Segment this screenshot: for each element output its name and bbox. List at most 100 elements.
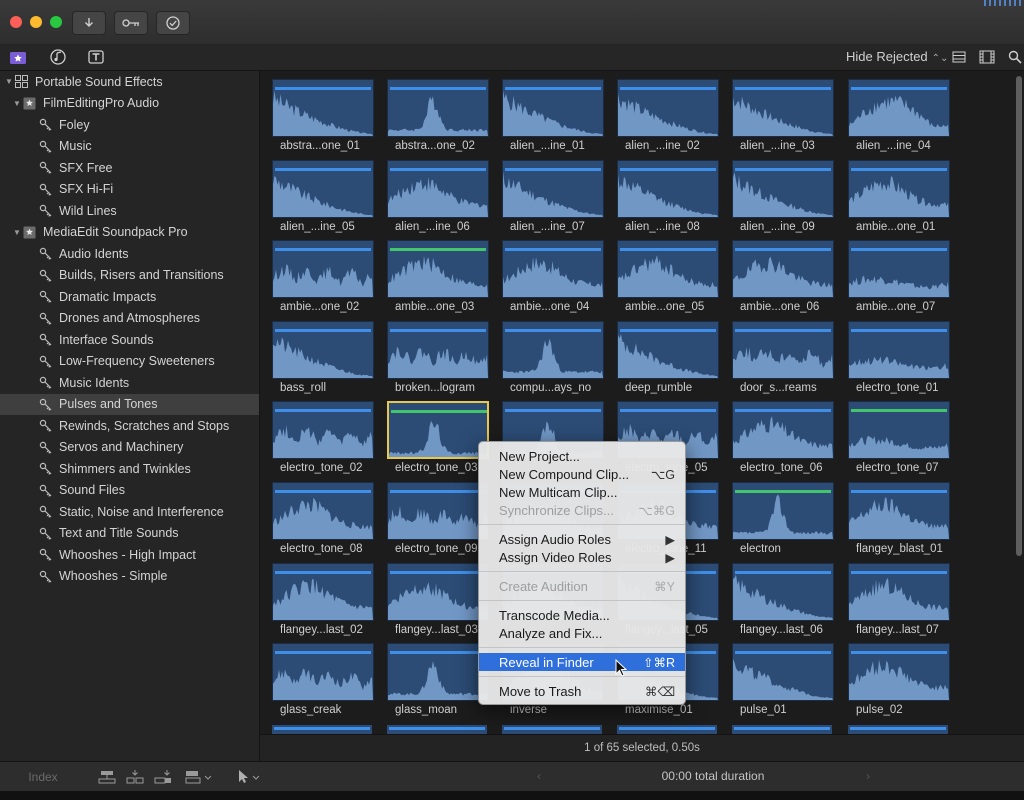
clip-item[interactable]: pulse_02: [848, 643, 950, 721]
sidebar-item-keyword-collection[interactable]: Sound Files: [0, 480, 259, 501]
menu-item-new-compound-clip[interactable]: New Compound Clip... ⌥G: [479, 465, 685, 483]
sidebar-item-event[interactable]: ▼ MediaEdit Soundpack Pro: [0, 222, 259, 243]
audio-waveform-thumbnail[interactable]: [732, 321, 834, 379]
menu-item-move-to-trash[interactable]: Move to Trash ⌘⌫: [479, 682, 685, 700]
search-button[interactable]: [1007, 49, 1023, 65]
zoom-window-button[interactable]: [50, 16, 62, 28]
audio-waveform-thumbnail[interactable]: [732, 160, 834, 218]
next-arrow-icon[interactable]: ›: [866, 769, 870, 783]
partial-clip-thumbnail[interactable]: [848, 725, 948, 734]
clip-item[interactable]: alien_...ine_08: [617, 160, 719, 238]
clip-item[interactable]: abstra...one_01: [272, 79, 374, 157]
sidebar-item-keyword-collection[interactable]: Audio Idents: [0, 243, 259, 264]
menu-item-assign-audio-roles[interactable]: Assign Audio Roles ▶: [479, 530, 685, 548]
audio-waveform-thumbnail[interactable]: [502, 240, 604, 298]
audio-waveform-thumbnail[interactable]: [617, 160, 719, 218]
clip-item[interactable]: pulse_01: [732, 643, 834, 721]
clip-item[interactable]: ambie...one_05: [617, 240, 719, 318]
clip-item[interactable]: alien_...ine_05: [272, 160, 374, 238]
sidebar-item-keyword-collection[interactable]: Music Idents: [0, 372, 259, 393]
audio-waveform-thumbnail[interactable]: [617, 321, 719, 379]
audio-waveform-thumbnail[interactable]: [272, 240, 374, 298]
sidebar-item-keyword-collection[interactable]: Whooshes - High Impact: [0, 544, 259, 565]
clip-item[interactable]: flangey_blast_01: [848, 482, 950, 560]
sidebar-item-keyword-collection[interactable]: SFX Hi-Fi: [0, 179, 259, 200]
clip-item[interactable]: ambie...one_06: [732, 240, 834, 318]
clip-item[interactable]: flangey...last_06: [732, 563, 834, 641]
clip-item[interactable]: glass_moan: [387, 643, 489, 721]
disclosure-triangle-icon[interactable]: ▼: [12, 99, 22, 108]
clip-item[interactable]: bass_roll: [272, 321, 374, 399]
menu-item-transcode-media[interactable]: Transcode Media...: [479, 606, 685, 624]
disclosure-triangle-icon[interactable]: ▼: [4, 77, 14, 86]
audio-waveform-thumbnail[interactable]: [732, 563, 834, 621]
clip-item[interactable]: flangey...last_03: [387, 563, 489, 641]
overwrite-clip-button[interactable]: [184, 768, 214, 786]
clip-filter-popup[interactable]: Hide Rejected ⌃⌄: [846, 49, 948, 64]
audio-waveform-thumbnail[interactable]: [848, 643, 950, 701]
sidebar-item-event[interactable]: ▼ FilmEditingPro Audio: [0, 93, 259, 114]
sidebar-item-keyword-collection[interactable]: Music: [0, 136, 259, 157]
audio-waveform-thumbnail[interactable]: [732, 401, 834, 459]
disclosure-triangle-icon[interactable]: ▼: [12, 228, 22, 237]
audio-waveform-thumbnail[interactable]: [732, 482, 834, 540]
menu-item-new-project[interactable]: New Project...: [479, 447, 685, 465]
browser-scrollbar[interactable]: [1016, 76, 1022, 556]
sidebar-item-keyword-collection[interactable]: Dramatic Impacts: [0, 286, 259, 307]
audio-waveform-thumbnail[interactable]: [502, 160, 604, 218]
audio-waveform-thumbnail[interactable]: [848, 240, 950, 298]
sidebar-item-keyword-collection[interactable]: Foley: [0, 114, 259, 135]
sidebar-item-keyword-collection[interactable]: SFX Free: [0, 157, 259, 178]
menu-item-analyze-and-fix[interactable]: Analyze and Fix...: [479, 624, 685, 642]
list-view-button[interactable]: [951, 49, 967, 65]
audio-waveform-thumbnail[interactable]: [732, 240, 834, 298]
insert-clip-button[interactable]: [126, 768, 144, 786]
clip-item[interactable]: electro_tone_01: [848, 321, 950, 399]
clip-item[interactable]: flangey...last_07: [848, 563, 950, 641]
sidebar-item-keyword-collection[interactable]: Interface Sounds: [0, 329, 259, 350]
audio-waveform-thumbnail[interactable]: [848, 79, 950, 137]
clip-item[interactable]: electron: [732, 482, 834, 560]
clip-item[interactable]: glass_creak: [272, 643, 374, 721]
clip-item[interactable]: ambie...one_02: [272, 240, 374, 318]
sidebar-item-library[interactable]: ▼ Portable Sound Effects: [0, 71, 259, 92]
clip-item[interactable]: alien_...ine_01: [502, 79, 604, 157]
clip-item[interactable]: door_s...reams: [732, 321, 834, 399]
audio-waveform-thumbnail[interactable]: [502, 79, 604, 137]
timeline-index-button[interactable]: Index: [0, 762, 86, 792]
append-clip-button[interactable]: [154, 768, 172, 786]
clip-item[interactable]: ambie...one_03: [387, 240, 489, 318]
clip-item[interactable]: ambie...one_01: [848, 160, 950, 238]
keyword-editor-button[interactable]: [114, 11, 148, 35]
sidebar-item-keyword-collection[interactable]: Text and Title Sounds: [0, 523, 259, 544]
clip-item[interactable]: electro_tone_06: [732, 401, 834, 479]
clip-item[interactable]: alien_...ine_07: [502, 160, 604, 238]
sidebar-item-keyword-collection[interactable]: Shimmers and Twinkles: [0, 458, 259, 479]
partial-clip-thumbnail[interactable]: [617, 725, 717, 734]
menu-item-new-multicam-clip[interactable]: New Multicam Clip...: [479, 483, 685, 501]
audio-waveform-thumbnail[interactable]: [732, 643, 834, 701]
clip-item[interactable]: deep_rumble: [617, 321, 719, 399]
sidebar-item-keyword-collection[interactable]: Builds, Risers and Transitions: [0, 265, 259, 286]
clip-item[interactable]: alien_...ine_09: [732, 160, 834, 238]
photos-audio-tab[interactable]: [48, 47, 68, 67]
audio-waveform-thumbnail[interactable]: [848, 563, 950, 621]
partial-clip-thumbnail[interactable]: [502, 725, 602, 734]
clip-item[interactable]: electro_tone_02: [272, 401, 374, 479]
clip-appearance-button[interactable]: [979, 49, 995, 65]
libraries-tab[interactable]: [8, 47, 28, 67]
audio-waveform-thumbnail[interactable]: [272, 79, 374, 137]
sidebar-item-keyword-collection[interactable]: Drones and Atmospheres: [0, 308, 259, 329]
sidebar-item-keyword-collection[interactable]: Rewinds, Scratches and Stops: [0, 415, 259, 436]
close-window-button[interactable]: [10, 16, 22, 28]
partial-clip-thumbnail[interactable]: [272, 725, 372, 734]
titles-generators-tab[interactable]: [86, 47, 106, 67]
menu-item-reveal-in-finder[interactable]: Reveal in Finder ⇧⌘R: [479, 653, 685, 671]
clip-item[interactable]: alien_...ine_03: [732, 79, 834, 157]
clip-item[interactable]: ambie...one_07: [848, 240, 950, 318]
clip-item[interactable]: electro_tone_03: [387, 401, 489, 479]
audio-waveform-thumbnail[interactable]: [272, 482, 374, 540]
audio-waveform-thumbnail[interactable]: [387, 401, 489, 459]
audio-waveform-thumbnail[interactable]: [387, 160, 489, 218]
audio-waveform-thumbnail[interactable]: [848, 160, 950, 218]
